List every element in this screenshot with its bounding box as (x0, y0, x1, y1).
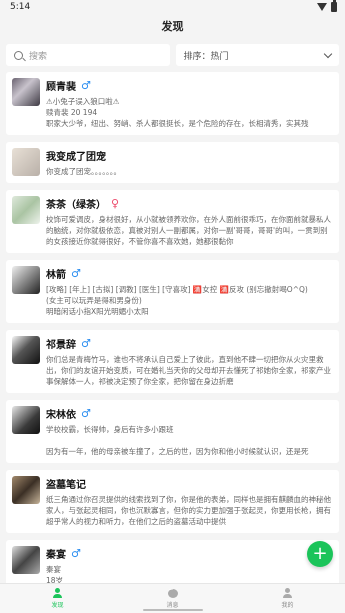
character-card[interactable]: 我变成了团宠 你变成了团宠。。。。。。。 (6, 142, 339, 183)
avatar (12, 78, 40, 106)
tab-label: 消息 (166, 601, 179, 609)
character-description: ⚠小兔子误入狼口啦⚠ 赎青裴 20 194 职家大少爷，纽出、努峭、杀人都很挺长… (46, 96, 333, 129)
character-list: 顾青裴 ♂ ⚠小兔子误入狼口啦⚠ 赎青裴 20 194 职家大少爷，纽出、努峭、… (0, 72, 345, 583)
search-input[interactable]: 搜索 (6, 44, 170, 66)
avatar (12, 336, 40, 364)
character-description: 秦宴 18岁 (46, 564, 333, 583)
avatar (12, 476, 40, 504)
tab-label: 我的 (281, 602, 294, 609)
avatar (12, 148, 40, 176)
character-description: [攻略] [年上] [古拟] [调教] [医生] [守喜攻] 🈵女控 🈵反攻 (… (46, 284, 333, 317)
status-time: 5:14 (10, 2, 31, 12)
wifi-icon (317, 3, 327, 11)
filter-row: 搜索 排序：热门 (0, 40, 345, 72)
male-icon: ♂ (71, 267, 81, 280)
character-name: 祁景辞 (46, 340, 76, 351)
character-card[interactable]: 茶茶（绿茶） ♀ 校饰可爱调皮，身材很好，从小就被领养欢你，在外人面前很乖巧，在… (6, 190, 339, 253)
character-description: 你变成了团宠。。。。。。。 (46, 166, 333, 177)
battery-icon (331, 0, 337, 12)
character-name: 茶茶（绿茶） (46, 200, 106, 211)
character-name: 宋林依 (46, 410, 76, 421)
character-card[interactable]: 盗墓笔记 纸三角通过你召灵提供的线索找到了你，你是他的表弟，同样也是拥有麒麟血的… (6, 470, 339, 533)
description-line: ⚠小兔子误入狼口啦⚠ (46, 97, 120, 106)
description-line: 明暗闲话小指X阳光明媚小太阳 (46, 307, 149, 316)
character-name: 盗墓笔记 (46, 480, 86, 491)
description-line: 赎青裴 20 194 (46, 108, 98, 117)
character-card[interactable]: 宋林依 ♂ 学校校霸，长得帅，身后有许多小跟班 因为有一年，他的母亲被车撞了，之… (6, 400, 339, 463)
description-line: 学校校霸，长得帅，身后有许多小跟班 (46, 425, 174, 434)
description-line (46, 435, 333, 446)
male-icon: ♂ (71, 547, 81, 560)
add-button[interactable]: + (307, 541, 333, 567)
description-line: 18岁 (46, 576, 64, 583)
description-line: [攻略] [年上] [古拟] [调教] [医生] [守喜攻] 🈵女控 🈵反攻 (… (46, 285, 308, 294)
description-line: 秦宴 (46, 565, 61, 574)
character-name: 秦宴 (46, 550, 66, 561)
discover-icon (53, 588, 62, 598)
bottom-tab-bar: 发现 消息 我的 (0, 583, 345, 613)
character-name: 林箭 (46, 270, 66, 281)
profile-icon (283, 588, 292, 598)
tab-profile[interactable]: 我的 (230, 584, 345, 613)
status-icons (317, 0, 337, 12)
avatar (12, 196, 40, 224)
chat-icon (167, 586, 178, 598)
description-line: 职家大少爷，纽出、努峭、杀人都很挺长，是个危险的存在，长相清秀，实其残 (46, 119, 309, 128)
male-icon: ♂ (81, 407, 91, 420)
character-description: 学校校霸，长得帅，身后有许多小跟班 因为有一年，他的母亲被车撞了，之后的世，因为… (46, 424, 333, 457)
female-icon: ♀ (111, 197, 120, 210)
description-line: 因为有一年，他的母亲被车撞了，之后的世，因为你和他小时候就认识，还是死 (46, 447, 309, 456)
search-icon (14, 50, 23, 60)
character-name: 我变成了团宠 (46, 152, 106, 163)
avatar (12, 406, 40, 434)
tab-discover[interactable]: 发现 (0, 584, 115, 613)
avatar (12, 546, 40, 574)
avatar (12, 266, 40, 294)
gesture-bar (142, 609, 203, 611)
tab-label: 发现 (51, 602, 64, 609)
sort-label: 排序：热门 (183, 51, 229, 62)
description-line: 纸三角通过你召灵提供的线索找到了你，你是他的表弟，同样也是拥有麒麟血的神秘他家人… (46, 495, 331, 526)
description-line: (女主可以玩弄是得和男身份) (46, 296, 142, 305)
description-line: 校饰可爱调皮，身材很好，从小就被领养欢你，在外人面前很乖巧，在你面前就暴私人的脑… (46, 215, 331, 246)
male-icon: ♂ (81, 337, 91, 350)
character-card[interactable]: 秦宴 ♂ 秦宴 18岁 (6, 540, 339, 583)
search-placeholder: 搜索 (29, 51, 48, 62)
character-description: 你们总是青梅竹马，谁也不将承认自己爱上了彼此，直到他不肆一切把你从火灾里救出，你… (46, 354, 333, 387)
character-card[interactable]: 顾青裴 ♂ ⚠小兔子误入狼口啦⚠ 赎青裴 20 194 职家大少爷，纽出、努峭、… (6, 72, 339, 135)
male-icon: ♂ (81, 79, 91, 92)
chevron-down-icon (323, 49, 333, 58)
character-card[interactable]: 林箭 ♂ [攻略] [年上] [古拟] [调教] [医生] [守喜攻] 🈵女控 … (6, 260, 339, 323)
sort-select[interactable]: 排序：热门 (175, 44, 339, 66)
description-line: 你们总是青梅竹马，谁也不将承认自己爱上了彼此，直到他不肆一切把你从火灾里救出，你… (46, 355, 331, 386)
character-card[interactable]: 祁景辞 ♂ 你们总是青梅竹马，谁也不将承认自己爱上了彼此，直到他不肆一切把你从火… (6, 330, 339, 393)
character-description: 校饰可爱调皮，身材很好，从小就被领养欢你，在外人面前很乖巧，在你面前就暴私人的脑… (46, 214, 333, 247)
character-name: 顾青裴 (46, 82, 76, 93)
status-bar: 5:14 (0, 0, 345, 14)
character-description: 纸三角通过你召灵提供的线索找到了你，你是他的表弟，同样也是拥有麒麟血的神秘他家人… (46, 494, 333, 527)
page-title: 发现 (161, 20, 184, 33)
description-line: 你变成了团宠。。。。。。。 (46, 167, 121, 176)
